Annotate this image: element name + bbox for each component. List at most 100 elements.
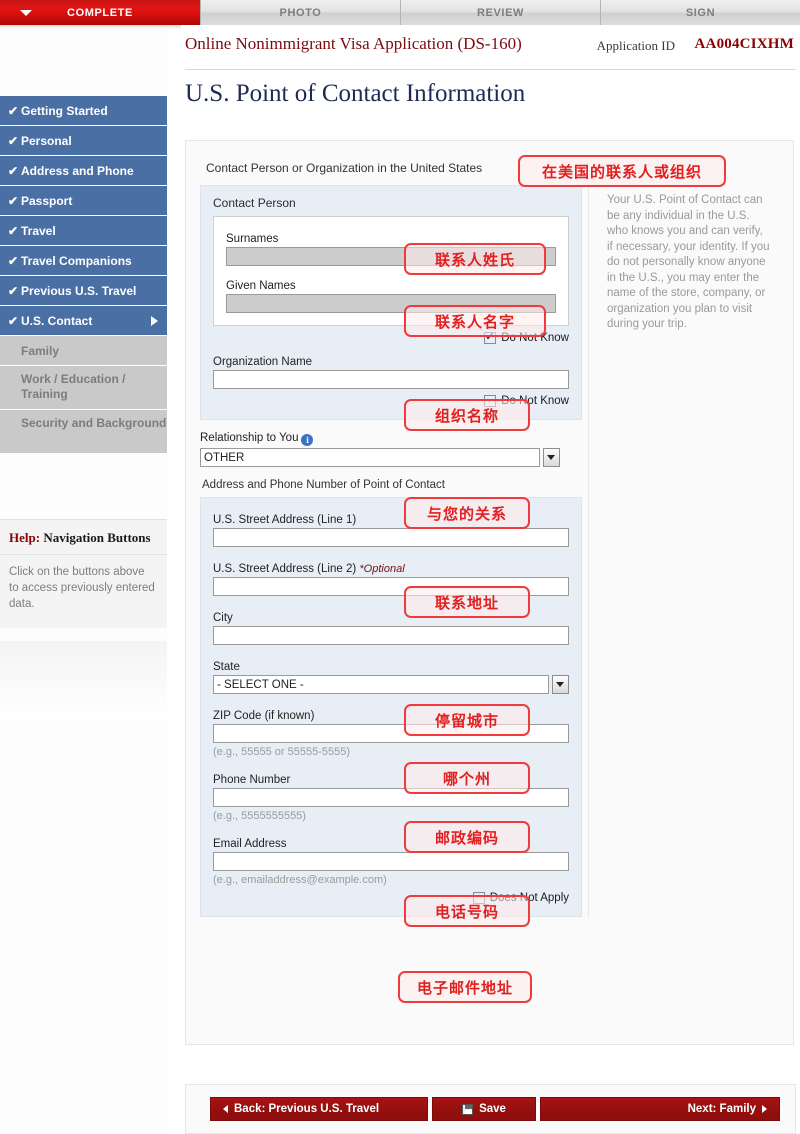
relationship-select-value[interactable] — [200, 448, 540, 467]
email-label: Email Address — [213, 838, 287, 850]
street2-input[interactable] — [213, 577, 569, 596]
top-tab-bar: COMPLETE PHOTO REVIEW SIGN — [0, 0, 800, 25]
application-id-label: Application ID — [596, 38, 675, 53]
state-select-value[interactable] — [213, 675, 549, 694]
street1-input[interactable] — [213, 528, 569, 547]
email-hint: (e.g., emailaddress@example.com) — [213, 874, 387, 886]
tab-complete-label: COMPLETE — [67, 6, 133, 19]
tab-photo-label: PHOTO — [279, 6, 322, 19]
email-does-not-apply-checkbox[interactable] — [472, 892, 485, 904]
next-button[interactable]: Next: Family — [540, 1097, 780, 1121]
surnames-field: Surnames — [226, 233, 556, 266]
phone-hint: (e.g., 5555555555) — [213, 810, 306, 822]
state-label: State — [213, 661, 240, 673]
sidebar-item-label: Getting Started — [21, 103, 108, 118]
state-select[interactable] — [213, 675, 569, 694]
sidebar-item-work-education-training[interactable]: Work / Education / Training — [0, 366, 167, 409]
check-icon: ✔ — [8, 313, 19, 328]
sidebar-item-travel[interactable]: ✔ Travel — [0, 216, 167, 245]
floppy-disk-icon — [462, 1103, 474, 1115]
sidebar-item-label: Personal — [21, 133, 72, 148]
contact-person-inner: Surnames Given Names — [213, 216, 569, 326]
chevron-down-icon — [20, 9, 32, 16]
help-topic: Navigation Buttons — [40, 530, 151, 545]
organization-do-not-know-label: Do Not Know — [501, 395, 569, 407]
check-icon: ✔ — [8, 193, 19, 208]
sidebar-item-label: Travel — [21, 223, 56, 238]
main-content: Contact Person or Organization in the Un… — [181, 140, 800, 1045]
sidebar-item-family[interactable]: Family — [0, 336, 167, 365]
city-field: City — [213, 612, 569, 645]
email-does-not-apply-label: Does Not Apply — [489, 892, 569, 904]
tab-review-label: REVIEW — [477, 6, 524, 19]
given-names-label: Given Names — [226, 280, 296, 292]
help-box-body: Click on the buttons above to access pre… — [9, 566, 155, 610]
organization-do-not-know-checkbox[interactable] — [484, 395, 497, 407]
sidebar-item-previous-us-travel[interactable]: ✔ Previous U.S. Travel — [0, 276, 167, 305]
sidebar: ✔ Getting Started ✔ Personal ✔ Address a… — [0, 29, 167, 1134]
city-input[interactable] — [213, 626, 569, 645]
sidebar-item-personal[interactable]: ✔ Personal — [0, 126, 167, 155]
state-field: State — [213, 661, 569, 694]
phone-input[interactable] — [213, 788, 569, 807]
phone-label: Phone Number — [213, 774, 291, 786]
relationship-select[interactable] — [200, 448, 560, 467]
help-panel: Your U.S. Point of Contact can be any in… — [588, 185, 779, 917]
relationship-dropdown-arrow[interactable] — [542, 448, 560, 467]
zip-label: ZIP Code (if known) — [213, 710, 315, 722]
sidebar-divider — [167, 29, 181, 1134]
given-names-input[interactable] — [226, 294, 556, 313]
info-icon[interactable]: i — [301, 434, 314, 446]
chevron-right-icon — [151, 315, 158, 326]
header-divider — [185, 69, 796, 70]
back-button[interactable]: Back: Previous U.S. Travel — [210, 1097, 428, 1121]
email-field: Email Address (e.g., emailaddress@exampl… — [213, 838, 569, 886]
email-input[interactable] — [213, 852, 569, 871]
check-icon: ✔ — [8, 283, 19, 298]
sidebar-item-getting-started[interactable]: ✔ Getting Started — [0, 96, 167, 125]
chevron-down-icon — [547, 455, 556, 460]
sidebar-item-address-and-phone[interactable]: ✔ Address and Phone — [0, 156, 167, 185]
sidebar-item-passport[interactable]: ✔ Passport — [0, 186, 167, 215]
email-does-not-apply-row[interactable]: Does Not Apply — [213, 892, 569, 904]
save-button[interactable]: Save — [432, 1097, 536, 1121]
sidebar-item-security-and-background[interactable]: Security and Background — [0, 410, 167, 453]
contact-person-do-not-know-row[interactable]: Do Not Know — [213, 330, 569, 344]
back-button-label: Back: Previous U.S. Travel — [234, 1103, 380, 1115]
surnames-input[interactable] — [226, 247, 556, 266]
sidebar-item-label: Previous U.S. Travel — [21, 283, 137, 298]
organization-do-not-know-row[interactable]: Do Not Know — [213, 395, 569, 407]
street2-label-text: U.S. Street Address (Line 2) — [213, 563, 357, 575]
sidebar-nav: ✔ Getting Started ✔ Personal ✔ Address a… — [0, 96, 167, 454]
page-root: COMPLETE PHOTO REVIEW SIGN Online Nonimm… — [0, 0, 800, 1134]
street1-label: U.S. Street Address (Line 1) — [213, 514, 357, 526]
check-icon: ✔ — [8, 133, 19, 148]
contact-person-block: Contact Person Surnames Given Names ✔ Do… — [200, 185, 582, 420]
sidebar-item-label: U.S. Contact — [21, 313, 93, 328]
tab-sign[interactable]: SIGN — [600, 0, 800, 25]
footer-bar: Back: Previous U.S. Travel Save Next: Fa… — [185, 1084, 796, 1134]
sidebar-item-travel-companions[interactable]: ✔ Travel Companions — [0, 246, 167, 275]
tab-review[interactable]: REVIEW — [400, 0, 600, 25]
organization-field: Organization Name — [213, 356, 569, 389]
street2-field: U.S. Street Address (Line 2) *Optional — [213, 563, 569, 596]
arrow-right-icon — [762, 1105, 767, 1113]
street1-field: U.S. Street Address (Line 1) — [213, 514, 569, 547]
app-title: Online Nonimmigrant Visa Application (DS… — [185, 34, 522, 53]
sidebar-item-label: Travel Companions — [21, 253, 132, 268]
sidebar-item-label: Address and Phone — [21, 163, 134, 178]
sidebar-item-us-contact[interactable]: ✔ U.S. Contact — [0, 306, 167, 335]
surnames-label: Surnames — [226, 233, 279, 245]
help-label: Help: — [9, 530, 41, 545]
sidebar-item-label: Family — [21, 343, 60, 358]
check-icon: ✔ — [8, 103, 19, 118]
contact-person-do-not-know-checkbox[interactable] — [484, 330, 497, 344]
zip-input[interactable] — [213, 724, 569, 743]
organization-input[interactable] — [213, 370, 569, 389]
page-title: U.S. Point of Contact Information — [185, 80, 526, 107]
tab-photo[interactable]: PHOTO — [200, 0, 400, 25]
state-dropdown-arrow[interactable] — [551, 675, 569, 694]
tab-complete[interactable]: COMPLETE — [0, 0, 200, 25]
relationship-label: Relationship to You i — [200, 432, 560, 446]
save-button-label: Save — [479, 1103, 506, 1115]
